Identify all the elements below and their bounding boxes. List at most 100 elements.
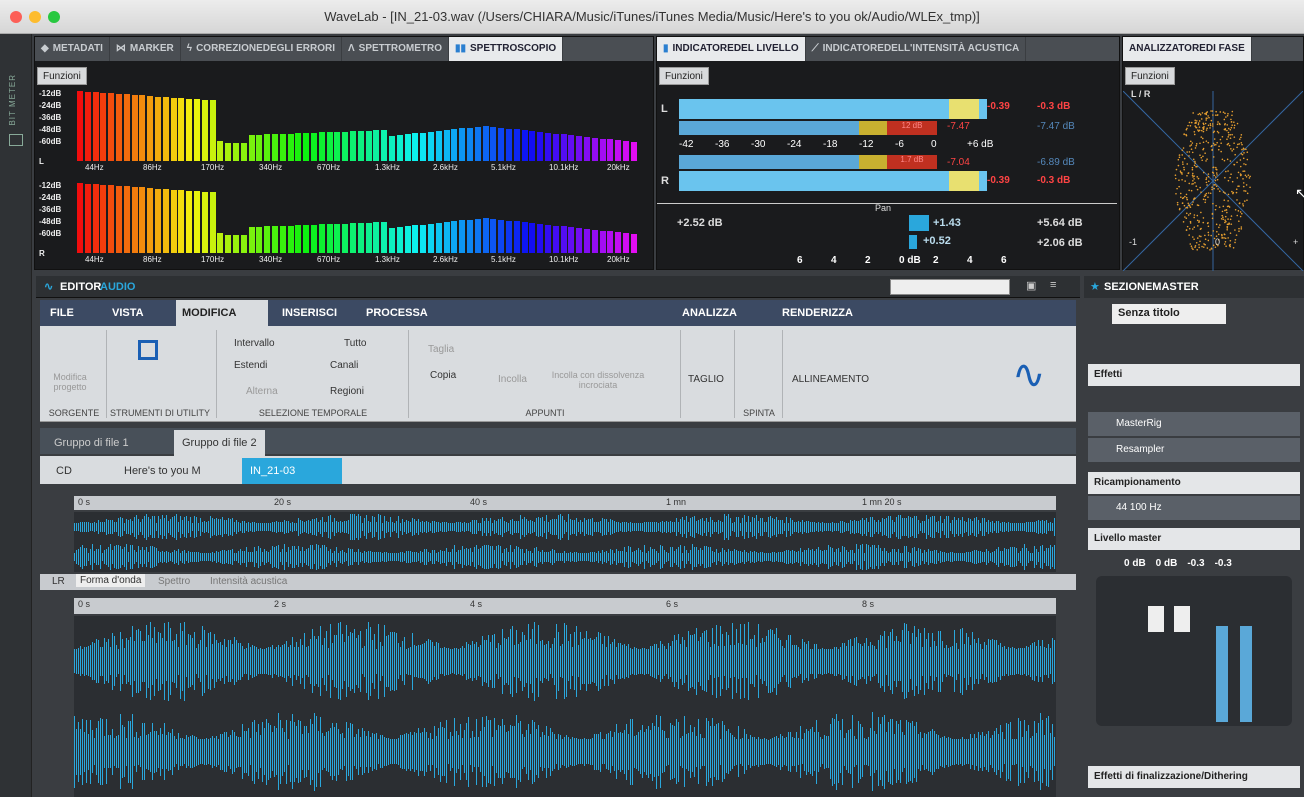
wave-sample [842,520,843,534]
window-icon[interactable]: ▣ [1026,279,1036,292]
alterna-button[interactable]: Alterna [246,386,278,397]
effetti-header[interactable]: Effetti [1088,364,1300,386]
tab-indicatore-livello[interactable]: ▮ INDICATOREDEL LIVELLO [657,37,806,61]
funzioni-button-level[interactable]: Funzioni [659,67,709,85]
tab-correzione[interactable]: ϟ CORREZIONEDEGLI ERRORI [181,37,342,61]
wave-sample [648,648,649,674]
wave-sample [860,643,861,679]
fx-masterrig[interactable]: MasterRig [1088,412,1300,436]
tab-vista[interactable]: VISTA [106,300,150,326]
bars-icon: ▮▮ [455,43,467,54]
modifica-progetto-button[interactable]: Modifica progetto [50,372,90,392]
tab-spettrometro[interactable]: Λ SPETTROMETRO [342,37,449,61]
tab-cd[interactable]: CD [48,458,80,484]
finalizzazione-header[interactable]: Effetti di finalizzazione/Dithering [1088,766,1300,788]
phase-dot [1206,127,1208,130]
wave-sample [408,647,409,675]
tab-metadati[interactable]: ◆ METADATI [35,37,110,61]
phase-dot [1223,118,1226,121]
wave-sample [286,521,287,533]
wave-sample [134,737,135,767]
ricampionamento-header[interactable]: Ricampionamento [1088,472,1300,494]
wave-sample [994,640,995,683]
overview-ruler[interactable]: 0 s 20 s 40 s1 mn 1 mn 20 s [74,496,1056,510]
wave-sample [182,631,183,692]
wave-sample [478,736,479,767]
l-rms-bar [679,121,859,135]
wave-sample [1010,522,1011,532]
wave-sample [1040,521,1041,533]
tab-analizza[interactable]: ANALIZZA [676,300,743,326]
phase-dot [1202,128,1205,130]
copia-button[interactable]: Copia [430,370,456,381]
bit-meter-label[interactable]: BIT METER [8,74,17,126]
fader-l-handle[interactable] [1148,606,1164,632]
funzioni-button-phase[interactable]: Funzioni [1125,67,1175,85]
main-waveform[interactable] [74,616,1056,797]
taglio-button[interactable]: TAGLIO [688,374,724,385]
pan-bar-b [909,235,917,249]
wave-sample [620,643,621,680]
tutto-button[interactable]: Tutto [344,338,366,349]
tab-renderizza[interactable]: RENDERIZZA [776,300,859,326]
wave-sample [1014,547,1015,567]
wave-sample [916,551,917,563]
wave-sample [496,546,497,568]
tab-modifica[interactable]: MODIFICA [176,300,268,326]
menu-icon[interactable]: ≡ [1050,279,1056,291]
regioni-button[interactable]: Regioni [330,386,364,397]
tab-intensita[interactable]: Intensità acustica [210,576,287,587]
main-ruler[interactable]: 0 s2 s4 s6 s8 s [74,598,1056,614]
estendi-button[interactable]: Estendi [234,360,267,371]
sample-rate[interactable]: 44 100 Hz [1088,496,1300,520]
wave-sample [598,733,599,770]
overview-waveform[interactable] [74,512,1056,572]
wave-sample [556,519,557,535]
tab-forma-onda[interactable]: Forma d'onda [76,574,146,587]
select-tool-icon[interactable] [138,340,158,360]
wave-sample [172,640,173,682]
incolla-dissolvenza-button[interactable]: Incolla con dissolvenza incrociata [548,370,648,390]
intervallo-button[interactable]: Intervallo [234,338,275,349]
wave-sample [822,739,823,765]
tab-file-label: FILE [50,307,74,319]
tab-analizzatore-fase[interactable]: ANALIZZATOREDI FASE [1123,37,1252,61]
tab-heres-to-you[interactable]: Here's to you M [116,458,209,484]
wave-sample [892,549,893,565]
tab-gruppo-1[interactable]: Gruppo di file 1 [46,430,137,456]
wave-sample [76,728,77,775]
wave-sample [638,548,639,566]
tab-processa[interactable]: PROCESSA [360,300,434,326]
phase-dot [1224,240,1227,243]
wave-sample [540,736,541,767]
wave-sample [628,644,629,679]
canali-button[interactable]: Canali [330,360,358,371]
wave-sample [394,631,395,691]
allineamento-button[interactable]: ALLINEAMENTO [792,374,869,385]
tab-spettro[interactable]: Spettro [158,576,190,587]
wave-sample [376,648,377,674]
wave-sample [1022,736,1023,767]
phase-dot [1237,171,1240,174]
tab-inserisci[interactable]: INSERISCI [276,300,343,326]
spectrum-bar [123,94,130,161]
funzioni-button-spectro[interactable]: Funzioni [37,67,87,85]
fx-resampler[interactable]: Resampler [1088,438,1300,462]
taglia-button[interactable]: Taglia [428,344,454,355]
tab-spettroscopio[interactable]: ▮▮ SPETTROSCOPIO [449,37,564,61]
tab-gruppo-2[interactable]: Gruppo di file 2 [174,430,265,456]
spectroscope-panel: ◆ METADATI ⋈ MARKER ϟ CORREZIONEDEGLI ERROR… [34,36,654,270]
tab-in-21-03[interactable]: IN_21-03 [242,458,342,484]
tab-indicatore-intensita[interactable]: ⟋ INDICATOREDELL'INTENSITÀ ACUSTICA [806,37,1027,61]
fader-r-handle[interactable] [1174,606,1190,632]
incolla-button[interactable]: Incolla [498,374,527,385]
zoom-dropdown[interactable] [890,279,1010,295]
livello-header[interactable]: Livello master [1088,528,1300,550]
wave-sample [596,521,597,533]
preset-field[interactable]: Senza titolo [1112,304,1226,324]
tab-lr[interactable]: LR [52,576,65,587]
tab-file[interactable]: FILE [44,300,80,326]
freq-label: 10.1kHz [549,163,579,172]
grid-icon[interactable] [9,134,23,146]
tab-marker[interactable]: ⋈ MARKER [110,37,181,61]
